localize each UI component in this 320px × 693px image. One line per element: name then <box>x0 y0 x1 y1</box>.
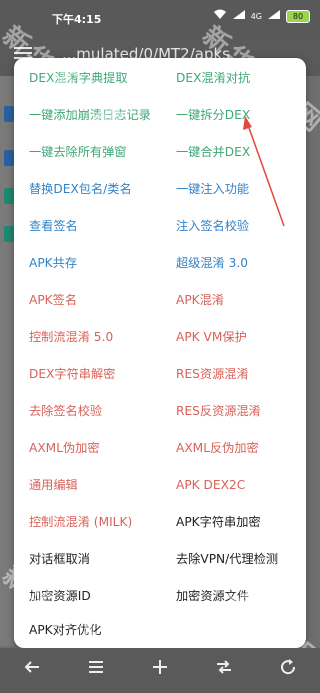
menu-item-control-flow-milk[interactable]: 控制流混淆 (MILK) <box>29 514 132 530</box>
menu-item-replace-dex-package[interactable]: 替换DEX包名/类名 <box>29 181 132 197</box>
menu-item-view-signature[interactable]: 查看签名 <box>29 218 78 234</box>
file-icon <box>4 188 14 204</box>
menu-item-axml-anti-fake-encrypt[interactable]: AXML反伪加密 <box>176 440 259 456</box>
menu-item-control-flow-obfuscation[interactable]: 控制流混淆 5.0 <box>29 329 113 345</box>
menu-item-apk-align[interactable]: APK对齐优化 <box>29 622 101 638</box>
add-icon[interactable] <box>148 658 172 681</box>
menu-item-split-dex[interactable]: 一键拆分DEX <box>176 107 250 123</box>
menu-item-super-obfuscation[interactable]: 超级混淆 3.0 <box>176 255 248 271</box>
battery-icon: 80 <box>286 9 310 23</box>
menu-item-inject-function[interactable]: 一键注入功能 <box>176 181 249 197</box>
file-icon <box>4 226 14 242</box>
menu-item-inject-signature-check[interactable]: 注入签名校验 <box>176 218 249 234</box>
status-time: 下午4:15 <box>52 13 102 26</box>
status-bar: 下午4:15 4G 80 <box>0 0 320 36</box>
menu-item-encrypt-resource-file[interactable]: 加密资源文件 <box>176 588 249 604</box>
back-arrow-icon[interactable] <box>20 658 44 681</box>
background-file-list <box>0 76 14 646</box>
menu-item-remove-signature-check[interactable]: 去除签名校验 <box>29 403 102 419</box>
file-icon <box>4 150 14 166</box>
bottom-toolbar <box>0 648 320 693</box>
swap-icon[interactable] <box>212 658 236 681</box>
signal-icon <box>232 9 246 23</box>
refresh-icon[interactable] <box>276 658 300 681</box>
menu-item-apk-vm-protect[interactable]: APK VM保护 <box>176 329 247 345</box>
function-menu-dialog: DEX混淆字典提取 DEX混淆对抗 一键添加崩溃日志记录 一键拆分DEX 一键去… <box>14 58 306 648</box>
menu-item-dex-obfuscation-counter[interactable]: DEX混淆对抗 <box>176 70 250 86</box>
menu-item-apk-obfuscate[interactable]: APK混淆 <box>176 292 224 308</box>
menu-item-encrypt-resource-id[interactable]: 加密资源ID <box>29 588 91 604</box>
menu-item-generic-edit[interactable]: 通用编辑 <box>29 477 78 493</box>
menu-item-res-deobfuscation[interactable]: RES反资源混淆 <box>176 403 261 419</box>
menu-item-dialog-cancel[interactable]: 对话框取消 <box>29 551 90 567</box>
menu-item-add-crash-log[interactable]: 一键添加崩溃日志记录 <box>29 107 151 123</box>
menu-item-apk-string-encrypt[interactable]: APK字符串加密 <box>176 514 261 530</box>
signal-icon-2 <box>267 9 281 23</box>
menu-item-remove-popups[interactable]: 一键去除所有弹窗 <box>29 144 127 160</box>
sort-lines-icon[interactable] <box>84 658 108 681</box>
file-icon <box>4 106 14 122</box>
menu-item-merge-dex[interactable]: 一键合并DEX <box>176 144 250 160</box>
menu-item-apk-coexist[interactable]: APK共存 <box>29 255 77 271</box>
menu-item-apk-sign[interactable]: APK签名 <box>29 292 77 308</box>
menu-item-dex-dict-extract[interactable]: DEX混淆字典提取 <box>29 70 128 86</box>
status-icons: 4G 80 <box>213 9 310 23</box>
menu-item-axml-fake-encrypt[interactable]: AXML伪加密 <box>29 440 100 456</box>
menu-item-res-obfuscation[interactable]: RES资源混淆 <box>176 366 249 382</box>
menu-item-apk-dex2c[interactable]: APK DEX2C <box>176 477 245 493</box>
network-type-label: 4G <box>250 11 262 21</box>
menu-item-remove-vpn-detect[interactable]: 去除VPN/代理检测 <box>176 551 278 567</box>
wifi-icon <box>213 9 227 23</box>
menu-item-dex-string-decrypt[interactable]: DEX字符串解密 <box>29 366 115 382</box>
